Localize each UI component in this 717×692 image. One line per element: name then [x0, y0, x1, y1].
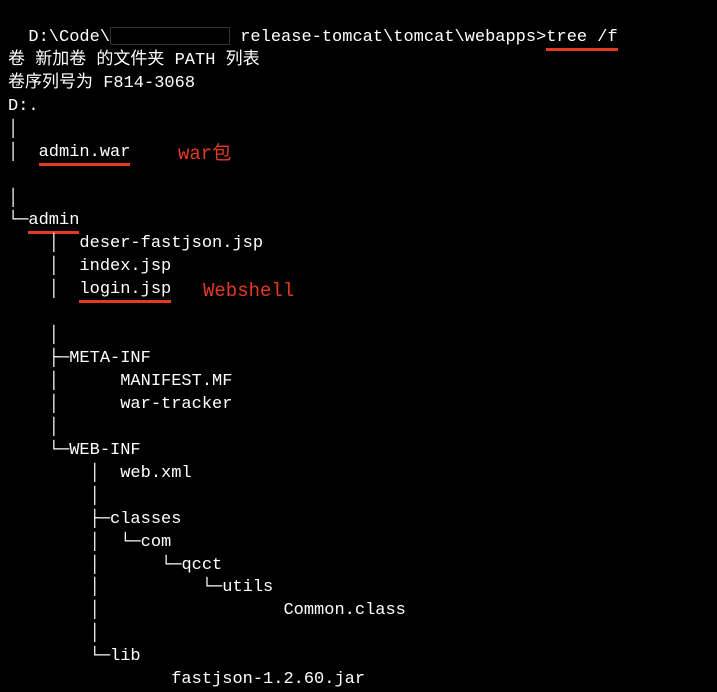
- prompt-path-suffix: release-tomcat\tomcat\webapps>: [230, 28, 546, 47]
- dir-web-inf: WEB-INF: [69, 441, 140, 460]
- tree-row-admin-war: │ admin.war war包: [8, 142, 709, 188]
- dir-classes: classes: [110, 510, 181, 529]
- tree-row: │ └─qcct: [8, 555, 709, 578]
- tree-row: │: [8, 188, 709, 211]
- tree-row: │: [8, 325, 709, 348]
- tree-row: ├─classes: [8, 509, 709, 532]
- redacted-block: [110, 27, 230, 45]
- file-admin-war: admin.war: [39, 143, 131, 166]
- file-fastjson: fastjson-1.2.60.jar: [171, 670, 365, 689]
- tree-row: │ war-tracker: [8, 394, 709, 417]
- tree-row: │ └─utils: [8, 577, 709, 600]
- tree-row: │: [8, 417, 709, 440]
- file-deser: deser-fastjson.jsp: [79, 234, 263, 253]
- dir-com: com: [141, 533, 172, 552]
- tree-row: │: [8, 119, 709, 142]
- dir-lib: lib: [110, 647, 141, 666]
- file-war-tracker: war-tracker: [120, 395, 232, 414]
- file-common-class: Common.class: [283, 601, 405, 620]
- tree-row: │ deser-fastjson.jsp: [8, 233, 709, 256]
- volume-header-1: 卷 新加卷 的文件夹 PATH 列表: [8, 50, 709, 73]
- tree-row: fastjson-1.2.60.jar: [8, 669, 709, 692]
- annotation-war: war包: [178, 142, 231, 168]
- tree-row: │ index.jsp: [8, 256, 709, 279]
- volume-header-3: D:.: [8, 96, 709, 119]
- file-manifest: MANIFEST.MF: [120, 372, 232, 391]
- tree-row-login: │ login.jsp Webshell: [8, 279, 709, 325]
- tree-row: └─WEB-INF: [8, 440, 709, 463]
- file-login: login.jsp: [79, 280, 171, 303]
- dir-admin: admin: [28, 211, 79, 234]
- tree-row: │ web.xml: [8, 463, 709, 486]
- tree-row: └─lib: [8, 646, 709, 669]
- tree-row: │ MANIFEST.MF: [8, 371, 709, 394]
- tree-row: ├─META-INF: [8, 348, 709, 371]
- annotation-webshell: Webshell: [203, 279, 294, 305]
- tree-row: │: [8, 623, 709, 646]
- dir-utils: utils: [222, 578, 273, 597]
- dir-meta-inf: META-INF: [69, 349, 151, 368]
- volume-header-2: 卷序列号为 F814-3068: [8, 73, 709, 96]
- file-web-xml: web.xml: [120, 464, 191, 483]
- tree-row: │: [8, 486, 709, 509]
- prompt-line: D:\Code\ release-tomcat\tomcat\webapps>t…: [8, 4, 709, 50]
- tree-row: │ Common.class: [8, 600, 709, 623]
- command-text[interactable]: tree /f: [546, 28, 617, 51]
- prompt-path-prefix: D:\Code\: [28, 28, 110, 47]
- dir-qcct: qcct: [181, 556, 222, 575]
- file-index: index.jsp: [79, 257, 171, 276]
- tree-row-admin-dir: └─admin: [8, 210, 709, 233]
- tree-row: │ └─com: [8, 532, 709, 555]
